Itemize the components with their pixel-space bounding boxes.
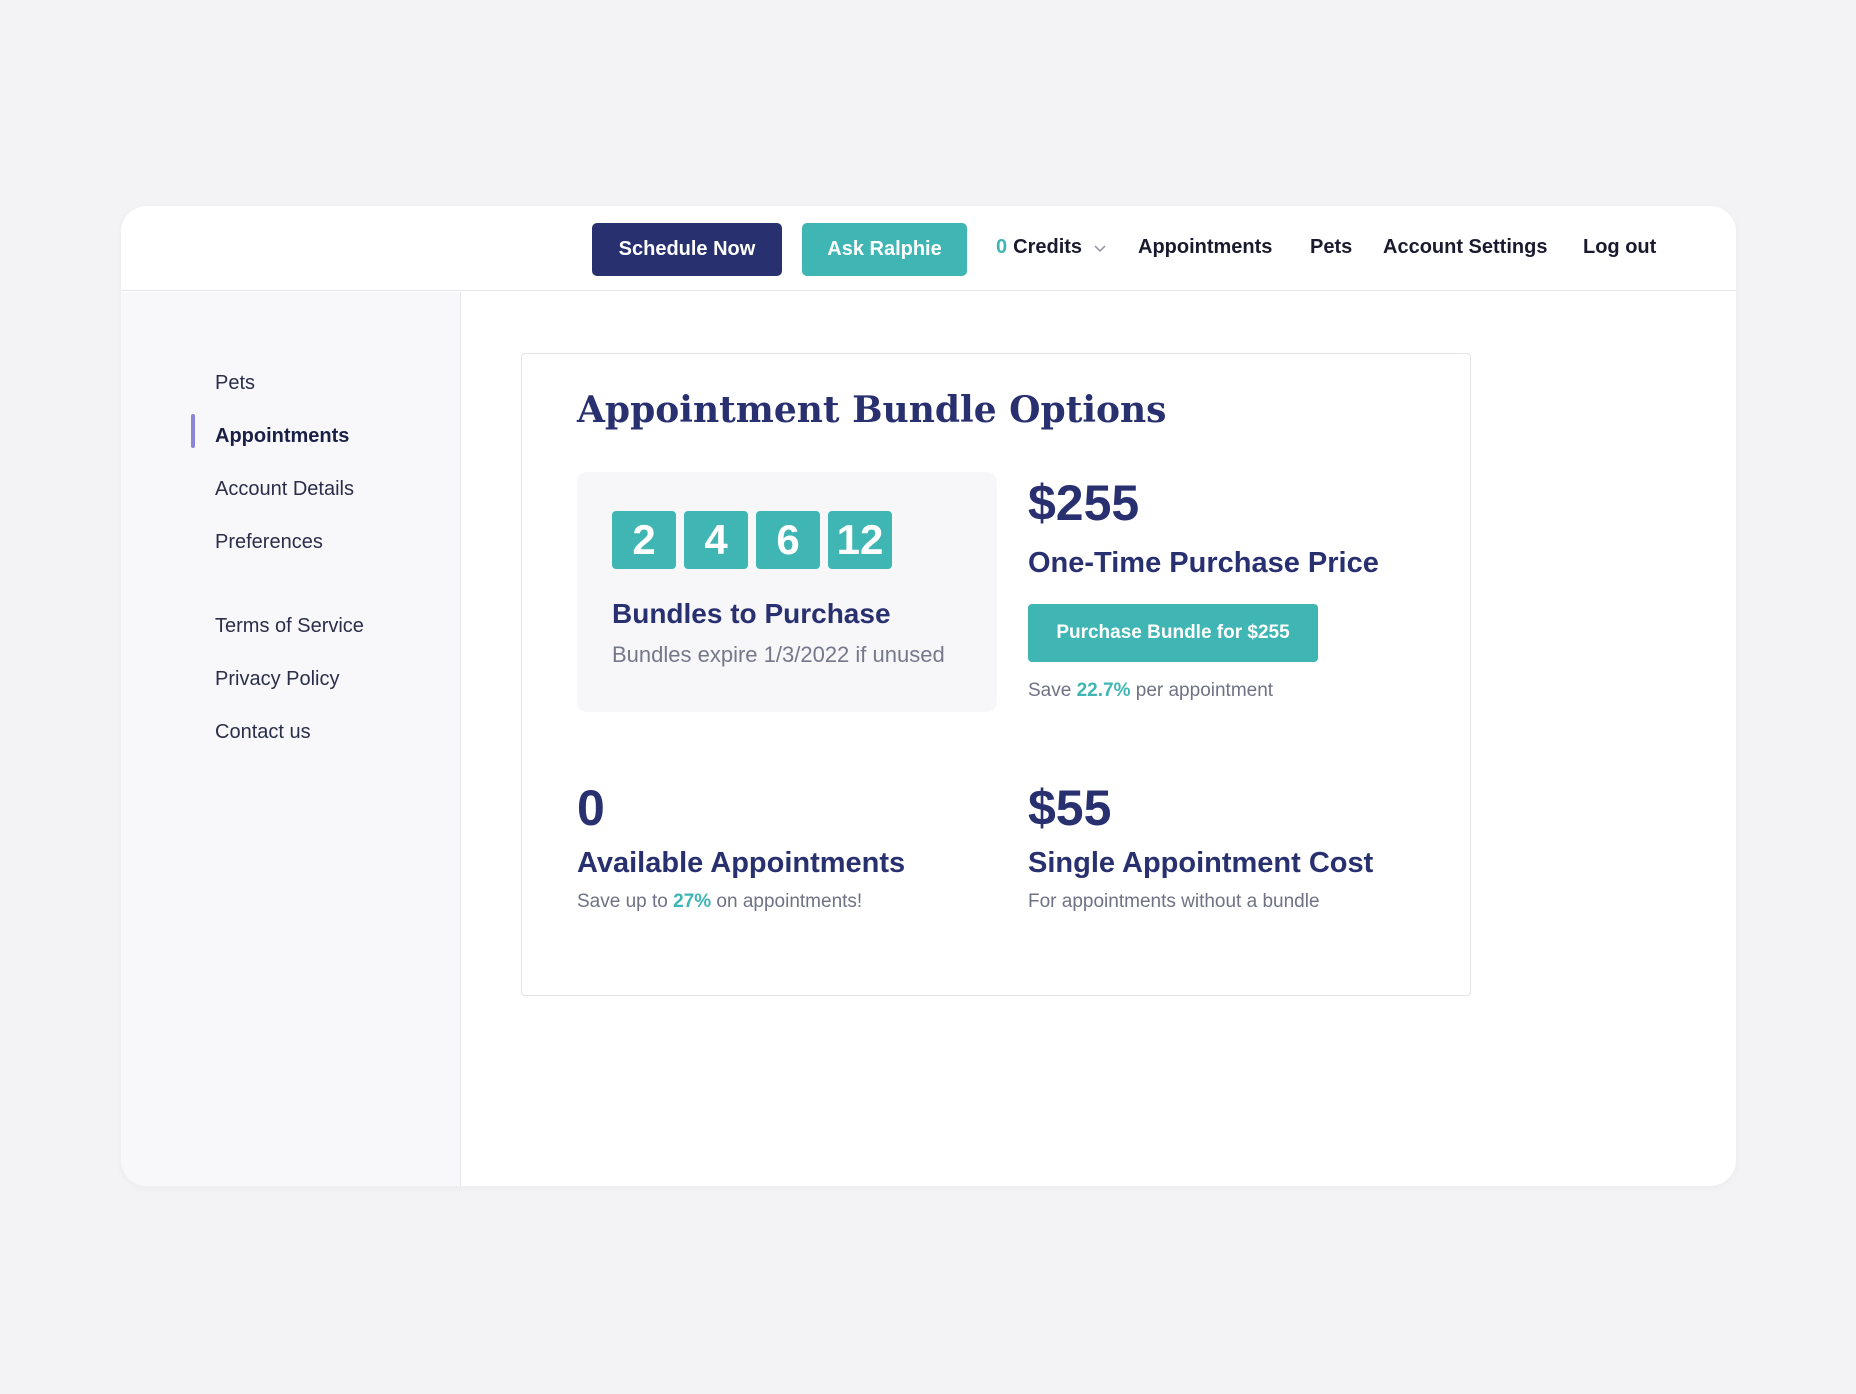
nav-appointments[interactable]: Appointments (1138, 236, 1272, 259)
app-window: Schedule Now Ask Ralphie 0 Credits Appoi… (121, 206, 1736, 1186)
sidebar: Pets Appointments Account Details Prefer… (121, 292, 461, 1186)
ask-ralphie-button[interactable]: Ask Ralphie (802, 223, 967, 276)
bundle-options-card: Appointment Bundle Options 2 4 6 12 Bund… (521, 353, 1471, 996)
bundles-expiry-note: Bundles expire 1/3/2022 if unused (612, 642, 945, 667)
bundle-selector: 2 4 6 12 Bundles to Purchase Bundles exp… (577, 472, 997, 712)
active-indicator (191, 414, 195, 448)
schedule-now-button[interactable]: Schedule Now (592, 223, 782, 276)
chevron-down-icon (1094, 244, 1106, 252)
sidebar-item-privacy-policy[interactable]: Privacy Policy (215, 668, 339, 691)
nav-log-out[interactable]: Log out (1583, 236, 1656, 259)
price-label: One-Time Purchase Price (1028, 547, 1379, 579)
bundle-option-4[interactable]: 4 (684, 511, 748, 569)
sidebar-item-contact-us[interactable]: Contact us (215, 721, 311, 744)
max-savings-percent: 27% (673, 891, 712, 912)
single-appointment-cost: $55 (1028, 780, 1112, 836)
bundle-option-2[interactable]: 2 (612, 511, 676, 569)
sidebar-item-pets[interactable]: Pets (215, 372, 255, 395)
bundle-option-6[interactable]: 6 (756, 511, 820, 569)
available-appointments-count: 0 (577, 780, 605, 836)
sidebar-item-preferences[interactable]: Preferences (215, 531, 323, 554)
available-appointments-note: Save up to 27% on appointments! (577, 891, 863, 912)
single-appointment-label: Single Appointment Cost (1028, 847, 1374, 879)
nav-pets[interactable]: Pets (1310, 236, 1352, 259)
sidebar-item-account-details[interactable]: Account Details (215, 478, 354, 501)
available-appointments-label: Available Appointments (577, 847, 906, 879)
savings-percent: 22.7% (1076, 680, 1131, 701)
page-title: Appointment Bundle Options (577, 389, 1167, 431)
sidebar-item-appointments[interactable]: Appointments (215, 425, 349, 448)
credits-count: 0 (996, 236, 1008, 258)
credits-label: Credits (1013, 236, 1083, 258)
credits-dropdown[interactable]: 0 Credits (996, 236, 1108, 259)
single-appointment-note: For appointments without a bundle (1028, 891, 1320, 912)
purchase-bundle-button[interactable]: Purchase Bundle for $255 (1028, 604, 1318, 662)
bundle-size-options: 2 4 6 12 (612, 511, 892, 569)
top-navigation-bar: Schedule Now Ask Ralphie 0 Credits Appoi… (121, 206, 1736, 291)
bundle-option-12[interactable]: 12 (828, 511, 892, 569)
nav-account-settings[interactable]: Account Settings (1383, 236, 1547, 259)
savings-note: Save 22.7% per appointment (1028, 680, 1274, 701)
bundle-price: $255 (1028, 475, 1140, 531)
sidebar-item-terms-of-service[interactable]: Terms of Service (215, 615, 364, 638)
bundles-label: Bundles to Purchase (612, 598, 891, 629)
